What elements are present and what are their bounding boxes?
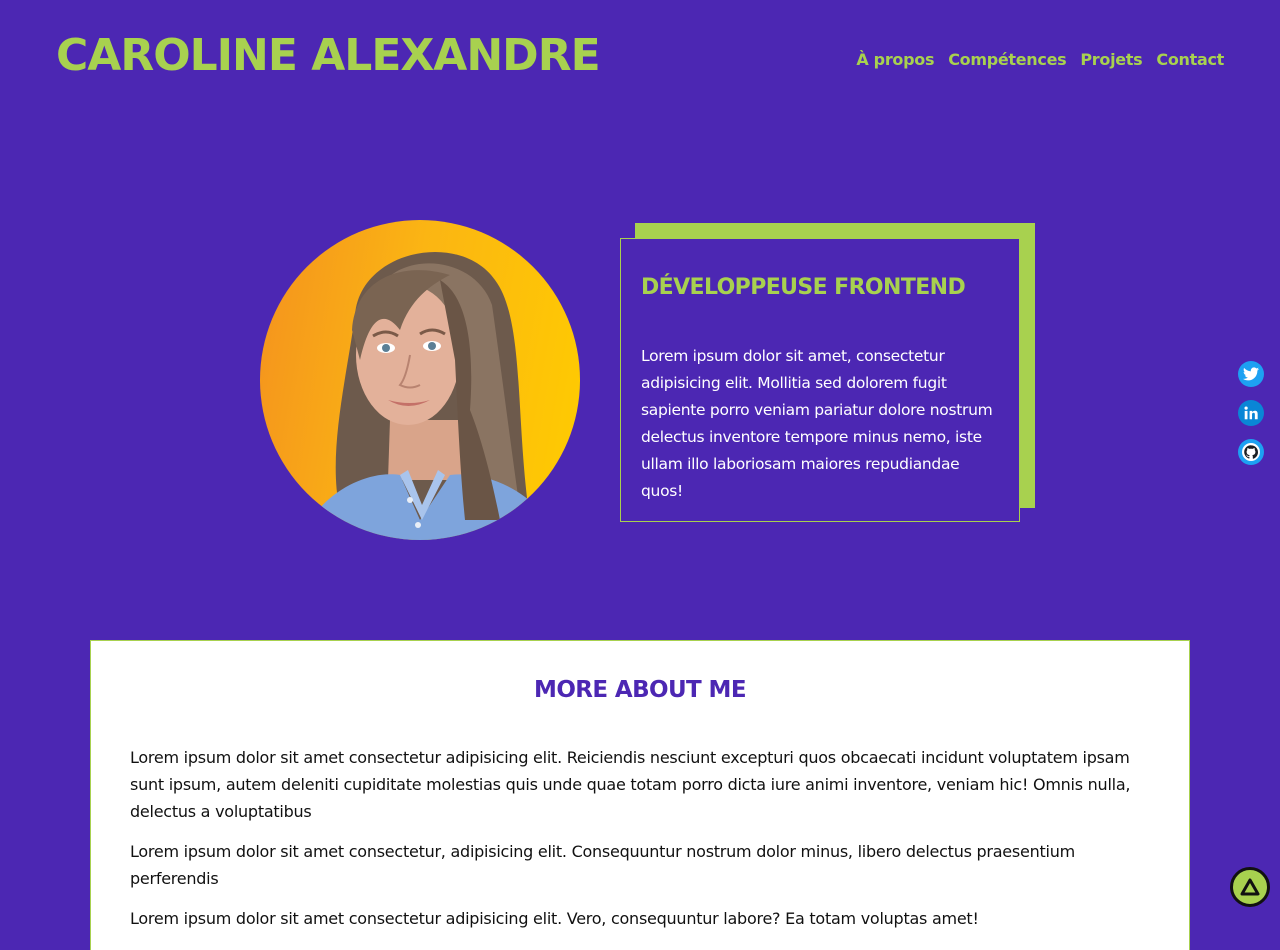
nav-link-projets[interactable]: Projets bbox=[1080, 50, 1142, 69]
site-title[interactable]: CAROLINE ALEXANDRE bbox=[56, 30, 601, 81]
intro-text: Lorem ipsum dolor sit amet, consectetur … bbox=[641, 347, 993, 500]
twitter-icon bbox=[1243, 367, 1259, 381]
github-link[interactable] bbox=[1238, 439, 1264, 465]
nav-link-contact[interactable]: Contact bbox=[1156, 50, 1224, 69]
about-title: MORE ABOUT ME bbox=[534, 677, 747, 703]
about-paragraph: Lorem ipsum dolor sit amet consectetur, … bbox=[130, 842, 1075, 888]
social-links bbox=[1238, 361, 1264, 465]
about-paragraph: Lorem ipsum dolor sit amet consectetur a… bbox=[130, 748, 1131, 821]
about-section: MORE ABOUT ME Lorem ipsum dolor sit amet… bbox=[90, 640, 1190, 950]
job-title: DÉVELOPPEUSE FRONTEND bbox=[641, 275, 966, 300]
nav-link-competences[interactable]: Compétences bbox=[948, 50, 1066, 69]
twitter-link[interactable] bbox=[1238, 361, 1264, 387]
linkedin-icon bbox=[1244, 406, 1258, 420]
about-paragraph: Lorem ipsum dolor sit amet consectetur a… bbox=[130, 909, 979, 928]
intro-card: DÉVELOPPEUSE FRONTEND Lorem ipsum dolor … bbox=[620, 238, 1020, 522]
page: CAROLINE ALEXANDRE À propos Compétences … bbox=[0, 0, 1280, 950]
profile-photo bbox=[260, 220, 580, 540]
main-nav: À propos Compétences Projets Contact bbox=[856, 50, 1224, 69]
arrow-up-triangle-icon bbox=[1240, 878, 1260, 896]
nav-link-a-propos[interactable]: À propos bbox=[856, 50, 934, 69]
linkedin-link[interactable] bbox=[1238, 400, 1264, 426]
github-icon bbox=[1242, 443, 1260, 461]
back-to-top-button[interactable] bbox=[1230, 867, 1270, 907]
